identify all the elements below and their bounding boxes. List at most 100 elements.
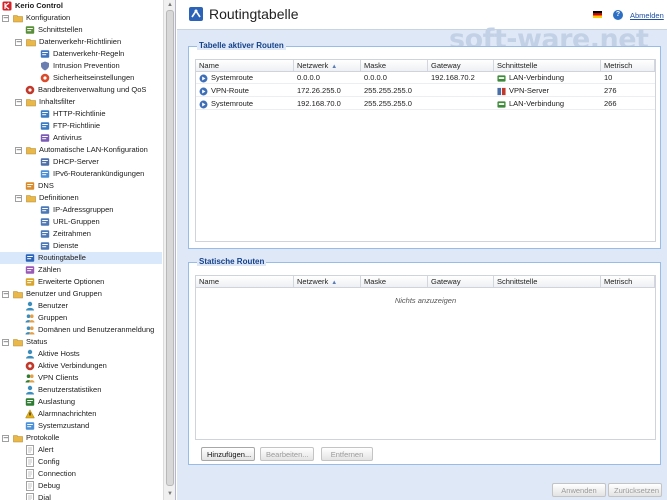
nav-item[interactable]: IPv6-Routerankündigungen [0, 168, 162, 180]
help-icon[interactable]: ? [613, 10, 623, 20]
table-row[interactable]: Systemroute 0.0.0.0 0.0.0.0 192.168.70.2 LAN… [196, 72, 655, 84]
table-row[interactable]: Systemroute 192.168.70.0 255.255.255.0 LAN-… [196, 98, 655, 110]
nav-item[interactable]: Debug [0, 480, 162, 492]
nav-item-label: IP-Adressgruppen [53, 205, 114, 214]
column-header[interactable]: Schnittstelle [494, 60, 601, 71]
column-header[interactable]: Netzwerk ▲ [294, 60, 361, 71]
counting-icon [25, 266, 35, 274]
nav-item[interactable]: URL-Gruppen [0, 216, 162, 228]
column-header[interactable]: Maske [361, 60, 428, 71]
collapse-toggle-icon[interactable]: − [2, 291, 9, 298]
column-header[interactable]: Name [196, 60, 294, 71]
nav-item[interactable]: FTP-Richtlinie [0, 120, 162, 132]
nav-item[interactable]: Benutzerstatistiken [0, 384, 162, 396]
nav-item-label: DNS [38, 181, 54, 190]
logout-link[interactable]: Abmelden [630, 11, 664, 20]
apply-button[interactable]: Anwenden [552, 483, 606, 497]
nav-item[interactable]: − Protokolle [0, 432, 162, 444]
nav-item-label: Inhaltsfilter [39, 97, 76, 106]
time-range-icon [40, 230, 50, 238]
nav-item[interactable]: Domänen und Benutzeranmeldung [0, 324, 162, 336]
main-content: Routingtabelle ? Abmelden soft-ware.net … [177, 0, 667, 500]
language-flag-icon[interactable] [593, 11, 602, 18]
column-header[interactable]: Metrisch [601, 60, 655, 71]
active-routes-header: Name Netzwerk ▲ Maske Gateway Schnittstelle Me… [195, 59, 656, 72]
scroll-up-arrow-icon[interactable]: ▲ [166, 1, 174, 9]
nav-item[interactable]: Zeitrahmen [0, 228, 162, 240]
nav-item[interactable]: Gruppen [0, 312, 162, 324]
column-header-label: Gateway [431, 61, 461, 70]
nav-item[interactable]: − Status [0, 336, 162, 348]
nav-item[interactable]: − Definitionen [0, 192, 162, 204]
column-header[interactable]: Gateway [428, 276, 494, 287]
folder-icon [26, 195, 36, 203]
add-route-button[interactable]: Hinzufügen... [201, 447, 255, 461]
column-header[interactable]: Maske [361, 276, 428, 287]
nav-item[interactable]: Datenverkehr-Regeln [0, 48, 162, 60]
table-cell-metric: 10 [604, 73, 613, 82]
table-cell-interface: LAN-Verbindung [509, 99, 565, 108]
navigation-scrollbar[interactable]: ▲ ▼ [163, 0, 175, 500]
collapse-toggle-icon[interactable]: − [15, 147, 22, 154]
nav-item[interactable]: Sicherheitseinstellungen [0, 72, 162, 84]
table-cell-interface: VPN-Server [509, 86, 550, 95]
nav-item[interactable]: VPN Clients [0, 372, 162, 384]
nav-item[interactable]: Systemzustand [0, 420, 162, 432]
nav-item[interactable]: Benutzer [0, 300, 162, 312]
nav-item[interactable]: HTTP-Richtlinie [0, 108, 162, 120]
column-header[interactable]: Schnittstelle [494, 276, 601, 287]
nav-item[interactable]: Schnittstellen [0, 24, 162, 36]
nav-item[interactable]: Dienste [0, 240, 162, 252]
nav-item[interactable]: − Konfiguration [0, 12, 162, 24]
collapse-toggle-icon[interactable]: − [15, 195, 22, 202]
edit-route-button[interactable]: Bearbeiten... [260, 447, 314, 461]
nav-item[interactable]: Aktive Verbindungen [0, 360, 162, 372]
nav-item[interactable]: − Inhaltsfilter [0, 96, 162, 108]
nav-item-label: Gruppen [38, 313, 68, 322]
nav-item-label: Datenverkehr-Regeln [53, 49, 125, 58]
column-header[interactable]: Netzwerk ▲ [294, 276, 361, 287]
nav-item[interactable]: Intrusion Prevention [0, 60, 162, 72]
nav-item-label: Config [38, 457, 60, 466]
nav-item[interactable]: Zählen [0, 264, 162, 276]
collapse-toggle-icon[interactable]: − [2, 15, 9, 22]
nav-item[interactable]: Routingtabelle [0, 252, 162, 264]
table-row[interactable]: VPN-Route 172.26.255.0 255.255.255.0 VPN-Se… [196, 85, 655, 97]
nav-item[interactable]: IP-Adressgruppen [0, 204, 162, 216]
nav-item[interactable]: Kerio Control [0, 0, 162, 12]
folder-icon [13, 291, 23, 299]
nav-item[interactable]: Aktive Hosts [0, 348, 162, 360]
nav-item[interactable]: Bandbreitenverwaltung und QoS [0, 84, 162, 96]
nav-item[interactable]: Antivirus [0, 132, 162, 144]
column-header[interactable]: Name [196, 276, 294, 287]
nav-item[interactable]: Alert [0, 444, 162, 456]
nav-item[interactable]: Erweiterte Optionen [0, 276, 162, 288]
nav-item[interactable]: − Datenverkehr-Richtlinien [0, 36, 162, 48]
nav-item[interactable]: Auslastung [0, 396, 162, 408]
collapse-toggle-icon[interactable]: − [2, 339, 9, 346]
collapse-toggle-icon[interactable]: − [2, 435, 9, 442]
lan-interface-icon [497, 101, 506, 108]
collapse-toggle-icon[interactable]: − [15, 99, 22, 106]
reset-button[interactable]: Zurücksetzen [608, 483, 662, 497]
scroll-down-arrow-icon[interactable]: ▼ [166, 490, 174, 498]
nav-item[interactable]: Dial [0, 492, 162, 500]
column-header[interactable]: Gateway [428, 60, 494, 71]
nav-item[interactable]: − Automatische LAN-Konfiguration [0, 144, 162, 156]
folder-icon [26, 147, 36, 155]
column-header[interactable]: Metrisch [601, 276, 655, 287]
nav-item[interactable]: − Benutzer und Gruppen [0, 288, 162, 300]
nav-item[interactable]: Alarmnachrichten [0, 408, 162, 420]
table-cell-network: 0.0.0.0 [297, 73, 320, 82]
nav-item[interactable]: Config [0, 456, 162, 468]
nav-item[interactable]: DHCP-Server [0, 156, 162, 168]
column-header-label: Name [199, 61, 220, 70]
collapse-toggle-icon[interactable]: − [15, 39, 22, 46]
scrollbar-thumb[interactable] [166, 10, 174, 486]
remove-route-button[interactable]: Entfernen [321, 447, 373, 461]
nav-item-label: HTTP-Richtlinie [53, 109, 106, 118]
navigation-tree: Kerio Control − Konfiguration Schnittstelle… [0, 0, 162, 500]
nav-item[interactable]: DNS [0, 180, 162, 192]
nav-item[interactable]: Connection [0, 468, 162, 480]
log-icon [26, 445, 34, 455]
